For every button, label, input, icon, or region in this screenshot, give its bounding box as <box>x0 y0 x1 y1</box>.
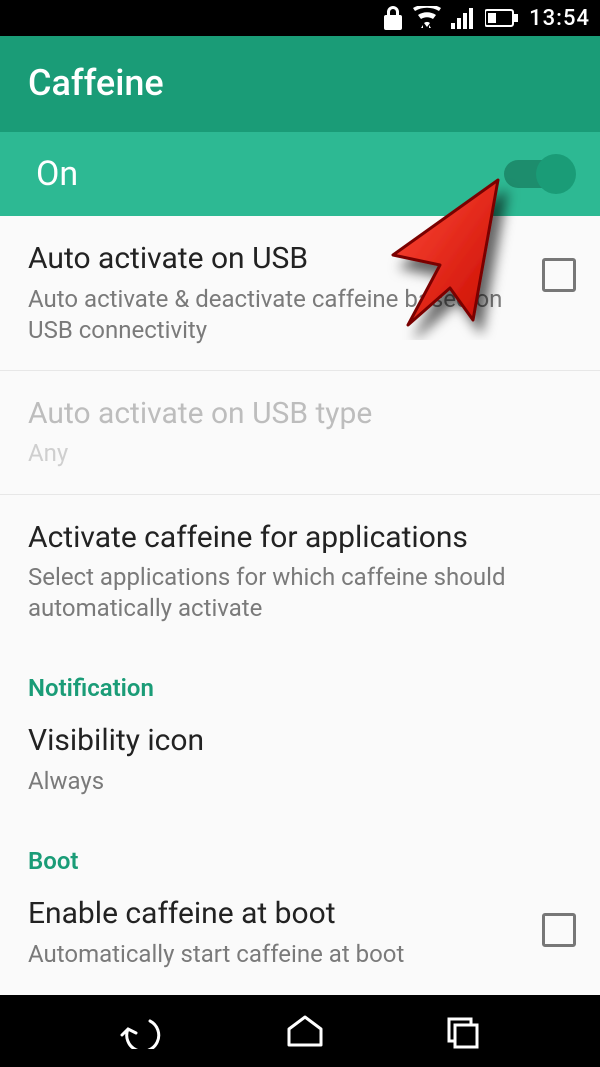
setting-title: Visibility icon <box>28 722 576 760</box>
setting-usb-type: Auto activate on USB type Any <box>0 370 600 494</box>
setting-subtitle: Select applications for which caffeine s… <box>28 562 576 624</box>
master-toggle-label: On <box>36 154 78 194</box>
android-nav-bar <box>0 995 600 1067</box>
switch-thumb <box>536 154 576 194</box>
setting-visibility-icon[interactable]: Visibility icon Always <box>0 712 600 821</box>
setting-activate-apps[interactable]: Activate caffeine for applications Selec… <box>0 494 600 649</box>
master-toggle-row[interactable]: On <box>0 132 600 216</box>
android-status-bar: 13:54 <box>0 0 600 36</box>
checkbox-boot[interactable] <box>542 913 576 947</box>
nav-home-button[interactable] <box>285 1013 325 1049</box>
section-header-boot: Boot <box>0 821 600 885</box>
setting-subtitle: Always <box>28 766 576 797</box>
app-bar: Caffeine <box>0 36 600 132</box>
setting-enable-boot[interactable]: Enable caffeine at boot Automatically st… <box>0 885 600 978</box>
checkbox-usb[interactable] <box>542 258 576 292</box>
nav-recent-button[interactable] <box>443 1013 483 1049</box>
nav-back-button[interactable] <box>118 1013 168 1049</box>
screen: 13:54 Caffeine On Auto activate on USB A… <box>0 0 600 1067</box>
setting-title: Auto activate on USB <box>28 240 526 278</box>
section-header-notification: Notification <box>0 648 600 712</box>
setting-subtitle: Auto activate & deactivate caffeine base… <box>28 284 526 346</box>
app-title: Caffeine <box>28 62 572 104</box>
wifi-icon <box>413 6 441 30</box>
setting-auto-activate-usb[interactable]: Auto activate on USB Auto activate & dea… <box>0 216 600 370</box>
lock-icon <box>383 6 403 30</box>
setting-subtitle: Any <box>28 438 576 469</box>
battery-icon <box>485 8 519 28</box>
signal-icon <box>451 7 475 29</box>
settings-list: Auto activate on USB Auto activate & dea… <box>0 216 600 995</box>
setting-title: Auto activate on USB type <box>28 395 576 433</box>
setting-title: Enable caffeine at boot <box>28 895 526 933</box>
master-switch[interactable] <box>504 160 570 188</box>
setting-title: Activate caffeine for applications <box>28 519 576 557</box>
status-clock: 13:54 <box>529 6 590 31</box>
setting-subtitle: Automatically start caffeine at boot <box>28 939 526 970</box>
